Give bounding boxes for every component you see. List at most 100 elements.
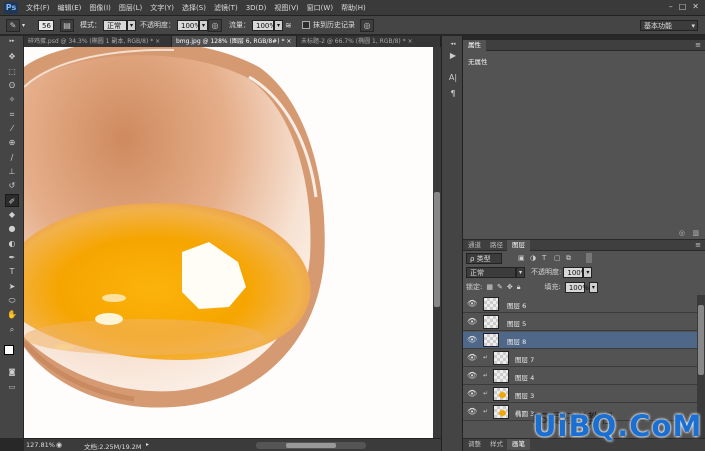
- layer-name[interactable]: 图层 5: [507, 318, 526, 328]
- flow-field[interactable]: 100%: [252, 19, 276, 31]
- path-select-tool-icon[interactable]: ➤: [5, 280, 19, 293]
- foreground-color-swatch[interactable]: [4, 345, 14, 355]
- play-actions-icon[interactable]: ▶: [446, 50, 460, 62]
- clone-stamp-tool-icon[interactable]: ⊥: [5, 165, 19, 178]
- collapse-icon[interactable]: ◂◂: [446, 38, 460, 50]
- brush-size-field[interactable]: 56: [38, 19, 54, 31]
- close-icon[interactable]: ✕: [692, 2, 699, 11]
- tab-properties[interactable]: 属性: [463, 40, 486, 51]
- pressure-size-icon[interactable]: ◎: [360, 18, 374, 32]
- brush-tool-icon[interactable]: ∕: [5, 151, 19, 164]
- lock-transparency-icon[interactable]: ▦: [486, 283, 493, 291]
- history-brush-tool-icon[interactable]: ↺: [5, 179, 19, 192]
- smart-object-filter-icon[interactable]: ⧉: [566, 254, 571, 263]
- menu-image[interactable]: 图像(I): [89, 3, 111, 13]
- close-icon[interactable]: ×: [286, 38, 291, 45]
- menu-view[interactable]: 视图(V): [274, 3, 298, 13]
- visibility-eye-icon[interactable]: 👁︎: [467, 389, 477, 399]
- menu-select[interactable]: 选择(S): [182, 3, 206, 13]
- panel-options-icon[interactable]: ◎: [679, 229, 685, 237]
- visibility-eye-icon[interactable]: 👁︎: [467, 335, 477, 345]
- pressure-opacity-icon[interactable]: ◎: [208, 18, 222, 32]
- paragraph-panel-icon[interactable]: ¶: [446, 88, 460, 100]
- history-checkbox[interactable]: [302, 21, 310, 29]
- adjustment-filter-icon[interactable]: ◑: [530, 254, 536, 262]
- menu-help[interactable]: 帮助(H): [341, 3, 366, 13]
- panel-menu-icon[interactable]: ≡: [695, 241, 701, 249]
- minimize-icon[interactable]: –: [669, 2, 673, 11]
- healing-brush-tool-icon[interactable]: ⊕: [5, 136, 19, 149]
- tab-document-2[interactable]: bmg.jpg @ 128% (图层 6, RGB/8#) * ×: [172, 36, 297, 47]
- eraser-tool-icon[interactable]: ✐: [5, 194, 19, 207]
- workspace-select[interactable]: 基本功能 ▾: [640, 19, 698, 31]
- lock-all-icon[interactable]: 🔒︎: [517, 283, 521, 292]
- chevron-down-icon[interactable]: ▾: [588, 281, 598, 293]
- layer-name[interactable]: 图层 7: [515, 354, 534, 364]
- menu-3d[interactable]: 3D(D): [246, 4, 267, 12]
- tab-layers[interactable]: 图层: [507, 240, 530, 251]
- collapse-icon[interactable]: ▸▸: [5, 38, 19, 44]
- visibility-eye-icon[interactable]: 👁︎: [467, 317, 477, 327]
- layer-opacity-field[interactable]: 100%: [563, 266, 587, 278]
- blur-tool-icon[interactable]: ●: [5, 222, 19, 235]
- canvas-vertical-scrollbar[interactable]: [433, 47, 441, 438]
- zoom-level[interactable]: 127.81%: [26, 441, 55, 449]
- visibility-eye-icon[interactable]: 👁︎: [467, 407, 477, 417]
- hand-tool-icon[interactable]: ✋: [5, 308, 19, 321]
- menu-filter[interactable]: 滤镜(T): [214, 3, 238, 13]
- shape-filter-icon[interactable]: ▢: [554, 254, 561, 262]
- layer-row[interactable]: 👁︎ ↵ 图层 3: [463, 386, 697, 403]
- tab-channels[interactable]: 通道: [463, 240, 486, 251]
- type-filter-icon[interactable]: T: [542, 254, 546, 262]
- tab-paths[interactable]: 路径: [485, 240, 508, 251]
- lock-position-icon[interactable]: ✥: [507, 283, 513, 291]
- image-filter-icon[interactable]: ▣: [518, 254, 525, 262]
- airbrush-icon[interactable]: ≋: [285, 21, 292, 30]
- zoom-tool-icon[interactable]: ⌕: [5, 323, 19, 336]
- chevron-down-icon[interactable]: ▾: [583, 266, 593, 278]
- quick-mask-icon[interactable]: ◙: [5, 366, 19, 379]
- scroll-thumb[interactable]: [286, 443, 336, 448]
- brush-panel-icon[interactable]: ▤: [60, 18, 74, 32]
- mode-select[interactable]: 正常: [103, 19, 127, 31]
- menu-type[interactable]: 文字(Y): [150, 3, 174, 13]
- tab-document-3[interactable]: 未标题-2 @ 66.7% (椭圆 1, RGB/8) * ×: [297, 36, 441, 47]
- lasso-tool-icon[interactable]: ʘ: [5, 79, 19, 92]
- scroll-thumb[interactable]: [434, 192, 440, 307]
- type-tool-icon[interactable]: T: [5, 265, 19, 278]
- visibility-eye-icon[interactable]: 👁︎: [467, 299, 477, 309]
- layer-row[interactable]: 👁︎ 图层 5: [463, 314, 697, 331]
- menu-window[interactable]: 窗口(W): [307, 3, 333, 13]
- ellipse-tool-icon[interactable]: ⬭: [5, 294, 19, 307]
- layer-row[interactable]: 👁︎ ↵ 图层 4: [463, 368, 697, 385]
- layer-fill-field[interactable]: 100%: [564, 281, 589, 293]
- canvas-horizontal-scrollbar[interactable]: [256, 442, 366, 449]
- chevron-right-icon[interactable]: ▸: [146, 441, 149, 448]
- eraser-tool-preset-icon[interactable]: ✎: [6, 18, 20, 32]
- paint-bucket-tool-icon[interactable]: ◆: [5, 208, 19, 221]
- visibility-eye-icon[interactable]: 👁︎: [467, 353, 477, 363]
- crop-tool-icon[interactable]: ⌗: [5, 108, 19, 121]
- tab-document-1[interactable]: 碎鸡蛋.psd @ 34.3% (椭圆 1 副本, RGB/8) * ×: [24, 36, 172, 47]
- tab-styles[interactable]: 样式: [485, 439, 508, 450]
- opacity-field[interactable]: 100%: [177, 19, 201, 31]
- document-canvas[interactable]: [24, 47, 433, 438]
- pen-tool-icon[interactable]: ✒: [5, 251, 19, 264]
- tab-brushes[interactable]: 画笔: [507, 439, 530, 450]
- marquee-tool-icon[interactable]: ⬚: [5, 65, 19, 78]
- layer-row[interactable]: 👁︎ ↵ 图层 7: [463, 350, 697, 367]
- menu-file[interactable]: 文件(F): [26, 3, 50, 13]
- move-tool-icon[interactable]: ✥: [5, 50, 19, 63]
- close-icon[interactable]: ×: [155, 38, 160, 45]
- quick-select-tool-icon[interactable]: ✧: [5, 93, 19, 106]
- screen-mode-icon[interactable]: ▭: [5, 381, 19, 394]
- dodge-tool-icon[interactable]: ◐: [5, 237, 19, 250]
- trash-icon[interactable]: ▥: [692, 229, 699, 237]
- chevron-down-icon[interactable]: ▾: [516, 266, 525, 278]
- chevron-down-icon[interactable]: ▾: [127, 19, 136, 31]
- lock-pixels-icon[interactable]: ✎: [497, 283, 503, 291]
- scroll-thumb[interactable]: [698, 305, 704, 375]
- layer-row[interactable]: 👁︎ 图层 6: [463, 296, 697, 313]
- eyedropper-tool-icon[interactable]: ⁄: [5, 122, 19, 135]
- layer-filter-select[interactable]: ρ 类型: [466, 253, 502, 264]
